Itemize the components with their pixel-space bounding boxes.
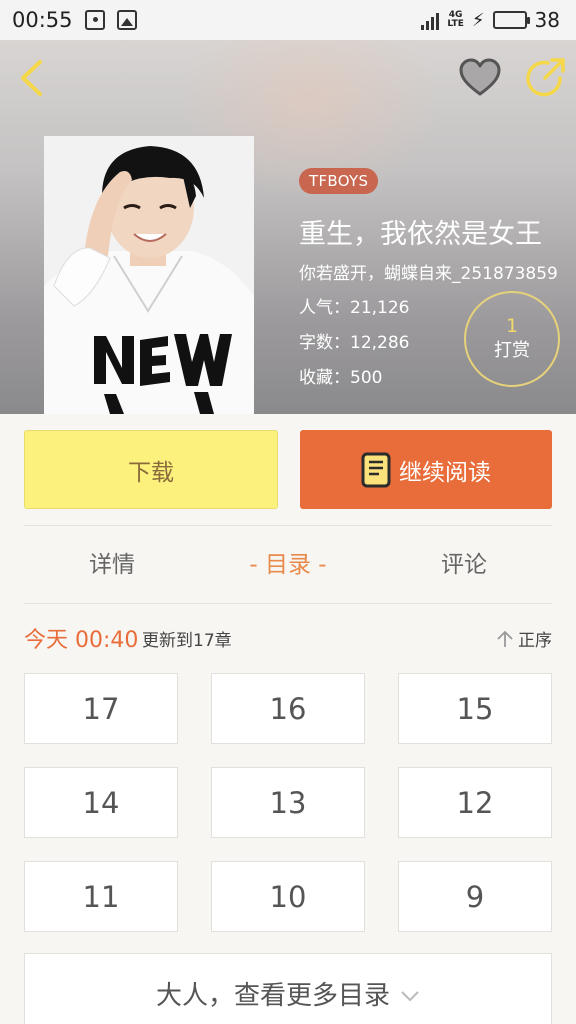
reward-button[interactable]: 1 打赏 [464, 291, 560, 387]
chapter-item[interactable]: 9 [398, 861, 552, 932]
arrow-up-icon [497, 630, 513, 647]
book-icon [361, 452, 391, 487]
chevron-left-icon [21, 60, 42, 96]
continue-reading-button[interactable]: 继续阅读 [300, 430, 552, 509]
book-header: TFBOYS 重生，我依然是女王 你若盛开，蝴蝶自来_251873859 人气：… [0, 40, 576, 414]
signal-icon [421, 10, 440, 30]
chapter-item[interactable]: 15 [398, 673, 552, 744]
share-icon [526, 58, 565, 97]
stat-value: 21,126 [350, 298, 410, 318]
cover-portrait [44, 136, 254, 414]
book-cover[interactable] [44, 136, 254, 414]
favorite-button[interactable] [458, 56, 502, 100]
reward-count: 1 [505, 315, 519, 337]
back-button[interactable] [14, 58, 50, 98]
chapter-item[interactable]: 14 [24, 767, 178, 838]
more-chapters-button[interactable]: 大人，查看更多目录 [24, 953, 552, 1024]
download-label: 下载 [128, 459, 174, 486]
tab-details[interactable]: 详情 [52, 527, 172, 603]
battery-level: 38 [534, 8, 560, 32]
heart-icon [459, 58, 501, 96]
status-bar: 00:55 4G LTE ⚡ 38 [0, 0, 576, 40]
book-title: 重生，我依然是女王 [299, 219, 542, 250]
book-tag[interactable]: TFBOYS [299, 168, 379, 194]
tab-bar: 详情 - 目录 - 评论 [0, 527, 576, 603]
status-time: 00:55 [12, 8, 73, 32]
chapter-item[interactable]: 11 [24, 861, 178, 932]
stat-favorites: 收藏：500 [299, 363, 382, 388]
chevron-down-icon [401, 991, 419, 1002]
sort-button[interactable]: 正序 [496, 626, 552, 651]
continue-reading-label: 继续阅读 [399, 459, 491, 486]
stat-value: 500 [350, 368, 383, 388]
update-info: 今天 00:40 更新到17章 正序 [24, 622, 552, 653]
battery-icon [492, 11, 530, 29]
tab-catalog[interactable]: - 目录 - [228, 527, 348, 603]
image-icon [116, 10, 137, 30]
chapter-item[interactable]: 12 [398, 767, 552, 838]
reward-label: 打赏 [494, 340, 530, 361]
tab-comments[interactable]: 评论 [404, 527, 524, 603]
share-button[interactable] [522, 56, 568, 102]
stat-label: 字数： [299, 333, 350, 353]
chapter-item[interactable]: 13 [211, 767, 365, 838]
charging-icon: ⚡ [471, 9, 485, 31]
more-chapters-label: 大人，查看更多目录 [155, 980, 390, 1011]
chapter-item[interactable]: 16 [211, 673, 365, 744]
network-icon: 4G LTE [447, 10, 464, 29]
stat-label: 收藏： [299, 368, 350, 388]
update-time: 今天 00:40 [24, 628, 139, 653]
chapter-item[interactable]: 17 [24, 673, 178, 744]
stat-label: 人气： [299, 298, 350, 318]
sort-label: 正序 [518, 631, 552, 651]
divider [24, 603, 552, 604]
stat-popularity: 人气：21,126 [299, 293, 409, 318]
cast-icon [84, 10, 105, 30]
download-button[interactable]: 下载 [24, 430, 278, 509]
chapter-item[interactable]: 10 [211, 861, 365, 932]
book-author[interactable]: 你若盛开，蝴蝶自来_251873859 [299, 259, 575, 284]
stat-value: 12,286 [350, 333, 410, 353]
divider [24, 525, 552, 526]
stat-word-count: 字数：12,286 [299, 328, 409, 353]
update-text: 更新到17章 [142, 631, 232, 651]
